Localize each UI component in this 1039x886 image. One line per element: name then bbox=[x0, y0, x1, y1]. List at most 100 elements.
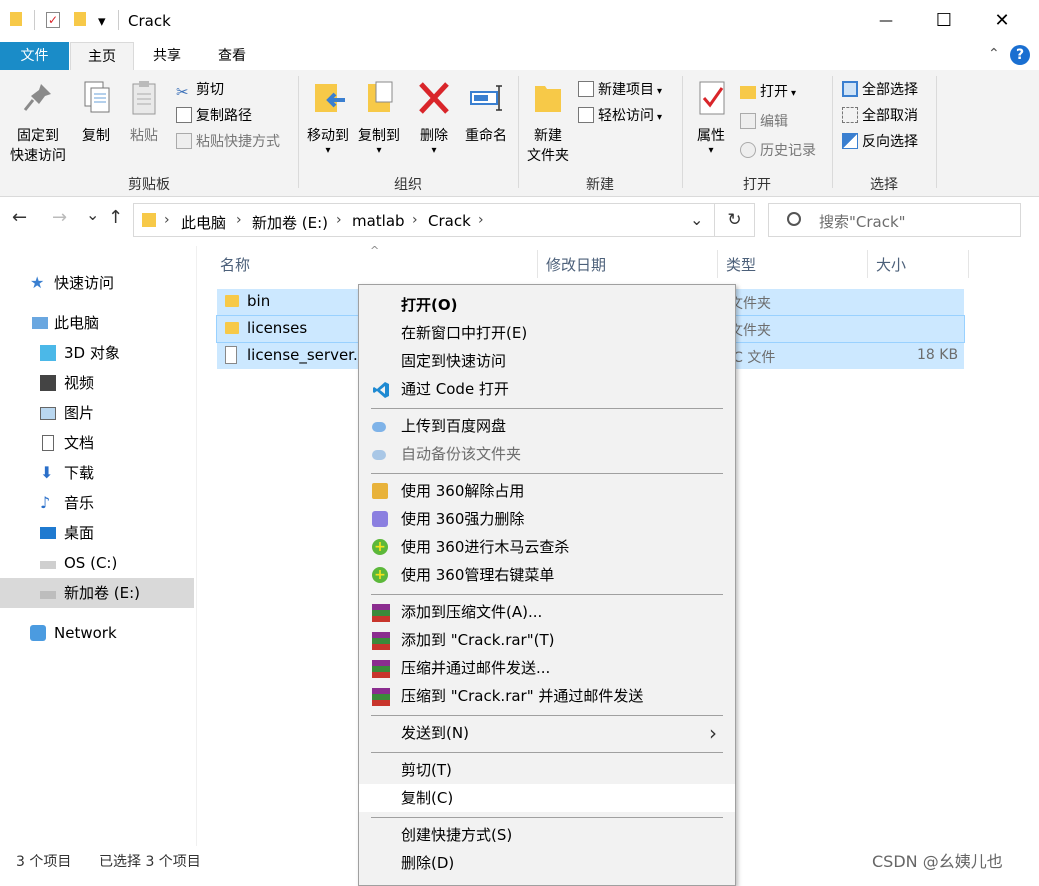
rename-button[interactable]: 重命名 bbox=[460, 80, 512, 146]
column-header-name[interactable]: 名称 bbox=[220, 254, 250, 275]
copy-icon bbox=[84, 81, 110, 113]
search-input[interactable]: 搜索"Crack" bbox=[768, 203, 1021, 237]
help-icon[interactable]: ? bbox=[1010, 45, 1030, 65]
edit-button[interactable]: 编辑 bbox=[740, 110, 788, 134]
recent-locations-button[interactable]: ⌄ bbox=[86, 205, 99, 224]
address-row: ← → ⌄ ↑ › 此电脑 › 新加卷 (E:) › matlab › Crac… bbox=[0, 197, 1039, 245]
menu-item-delete[interactable]: 删除(D) bbox=[359, 849, 735, 877]
maximize-button[interactable]: ☐ bbox=[915, 0, 973, 42]
pin-quick-access-button[interactable]: 固定到 快速访问 bbox=[6, 80, 70, 166]
divider bbox=[682, 76, 683, 188]
select-none-icon bbox=[842, 107, 858, 123]
address-bar[interactable]: › 此电脑 › 新加卷 (E:) › matlab › Crack › ⌄ bbox=[133, 203, 715, 237]
chevron-right-icon[interactable]: › bbox=[336, 212, 342, 228]
sidebar-item-desktop[interactable]: 桌面 bbox=[0, 518, 194, 548]
menu-item-pin-quick-access[interactable]: 固定到快速访问 bbox=[359, 347, 735, 375]
menu-item-create-shortcut[interactable]: 创建快捷方式(S) bbox=[359, 821, 735, 849]
invert-selection-label: 反向选择 bbox=[862, 134, 918, 150]
breadcrumb-this-pc[interactable]: 此电脑 bbox=[181, 212, 226, 233]
menu-item-360-unlock[interactable]: 使用 360解除占用 bbox=[359, 477, 735, 505]
menu-item-add-crack-rar[interactable]: 添加到 "Crack.rar"(T) bbox=[359, 626, 735, 654]
chevron-right-icon[interactable]: › bbox=[164, 212, 170, 228]
menu-item-upload-baidu[interactable]: 上传到百度网盘 bbox=[359, 412, 735, 440]
menu-item-360-menu[interactable]: + 使用 360管理右键菜单 bbox=[359, 561, 735, 589]
sidebar-item-label: 桌面 bbox=[64, 524, 95, 542]
sidebar-item-videos[interactable]: 视频 bbox=[0, 368, 194, 398]
sidebar-item-quick-access[interactable]: ★ 快速访问 bbox=[0, 268, 194, 298]
divider bbox=[118, 10, 119, 30]
address-dropdown-icon[interactable]: ⌄ bbox=[690, 210, 703, 229]
new-folder-icon[interactable] bbox=[74, 12, 86, 26]
select-all-button[interactable]: 全部选择 bbox=[842, 78, 918, 102]
menu-item-copy[interactable]: 复制(C) bbox=[359, 784, 735, 812]
sidebar-item-this-pc[interactable]: 此电脑 bbox=[0, 308, 194, 338]
sidebar-item-music[interactable]: ♪ 音乐 bbox=[0, 488, 194, 518]
copy-button[interactable]: 复制 bbox=[74, 80, 118, 146]
select-none-button[interactable]: 全部取消 bbox=[842, 104, 918, 128]
chevron-right-icon[interactable]: › bbox=[236, 212, 242, 228]
sidebar-item-pictures[interactable]: 图片 bbox=[0, 398, 194, 428]
tab-share[interactable]: 共享 bbox=[140, 42, 194, 70]
tab-home[interactable]: 主页 bbox=[70, 42, 134, 71]
paste-shortcut-button[interactable]: 粘贴快捷方式 bbox=[176, 130, 280, 154]
paste-icon bbox=[132, 81, 156, 115]
menu-item-open-new-window[interactable]: 在新窗口中打开(E) bbox=[359, 319, 735, 347]
up-button[interactable]: ↑ bbox=[108, 207, 123, 228]
close-button[interactable]: ✕ bbox=[973, 0, 1031, 42]
menu-item-compress-email[interactable]: 压缩并通过邮件发送... bbox=[359, 654, 735, 682]
menu-item-360-delete[interactable]: 使用 360强力删除 bbox=[359, 505, 735, 533]
easy-access-button[interactable]: 轻松访问 ▾ bbox=[578, 104, 662, 128]
sidebar-item-downloads[interactable]: ⬇ 下载 bbox=[0, 458, 194, 488]
tab-file[interactable]: 文件 bbox=[0, 42, 69, 70]
open-button[interactable]: 打开 ▾ bbox=[740, 80, 796, 104]
minimize-button[interactable]: — bbox=[857, 0, 915, 42]
breadcrumb-matlab[interactable]: matlab bbox=[352, 212, 405, 230]
sidebar-item-label: 快速访问 bbox=[54, 274, 115, 292]
properties-button[interactable]: 属性 ▾ bbox=[688, 80, 734, 156]
sidebar-item-network[interactable]: Network bbox=[0, 618, 194, 648]
paste-button[interactable]: 粘贴 bbox=[122, 80, 166, 146]
menu-item-auto-backup[interactable]: 自动备份该文件夹 bbox=[359, 440, 735, 468]
collapse-ribbon-icon[interactable]: ⌃ bbox=[988, 46, 1000, 62]
new-item-button[interactable]: 新建项目 ▾ bbox=[578, 78, 662, 102]
cut-button[interactable]: ✂ 剪切 bbox=[176, 78, 224, 102]
properties-icon[interactable]: ✓ bbox=[46, 12, 60, 28]
move-to-button[interactable]: 移动到 ▾ bbox=[303, 80, 353, 156]
column-header-date[interactable]: 修改日期 bbox=[546, 254, 606, 275]
invert-selection-button[interactable]: 反向选择 bbox=[842, 130, 918, 154]
menu-item-360-scan[interactable]: + 使用 360进行木马云查杀 bbox=[359, 533, 735, 561]
menu-item-add-archive[interactable]: 添加到压缩文件(A)... bbox=[359, 598, 735, 626]
qat-dropdown-icon[interactable]: ▾ bbox=[98, 12, 106, 30]
menu-item-compress-crack-email[interactable]: 压缩到 "Crack.rar" 并通过邮件发送 bbox=[359, 682, 735, 710]
forward-button[interactable]: → bbox=[52, 207, 67, 228]
sidebar-item-3d-objects[interactable]: 3D 对象 bbox=[0, 338, 194, 368]
history-button[interactable]: 历史记录 bbox=[740, 139, 816, 163]
menu-item-send-to[interactable]: 发送到(N) › bbox=[359, 719, 735, 747]
refresh-button[interactable]: ↻ bbox=[715, 203, 755, 237]
delete-button[interactable]: 删除 ▾ bbox=[414, 80, 454, 156]
sidebar-item-drive-e[interactable]: 新加卷 (E:) bbox=[0, 578, 194, 608]
sidebar-item-drive-c[interactable]: OS (C:) bbox=[0, 548, 194, 578]
breadcrumb-crack[interactable]: Crack bbox=[428, 212, 471, 230]
chevron-right-icon[interactable]: › bbox=[412, 212, 418, 228]
ribbon-tabs: 文件 主页 共享 查看 ⌃ ? bbox=[0, 42, 1039, 71]
column-header-type[interactable]: 类型 bbox=[726, 254, 756, 275]
menu-item-open-with-code[interactable]: 通过 Code 打开 bbox=[359, 375, 735, 403]
copy-path-button[interactable]: 复制路径 bbox=[176, 104, 252, 128]
divider bbox=[936, 76, 937, 188]
column-header-size[interactable]: 大小 bbox=[876, 254, 906, 275]
divider bbox=[537, 250, 538, 278]
history-label: 历史记录 bbox=[760, 143, 816, 159]
new-folder-button[interactable]: 新建 文件夹 bbox=[522, 80, 574, 166]
menu-item-label: 使用 360进行木马云查杀 bbox=[401, 538, 570, 556]
breadcrumb-drive-e[interactable]: 新加卷 (E:) bbox=[252, 212, 328, 233]
back-button[interactable]: ← bbox=[12, 207, 27, 228]
menu-item-cut[interactable]: 剪切(T) bbox=[359, 756, 735, 784]
menu-item-open[interactable]: 打开(O) bbox=[359, 291, 735, 319]
sidebar-item-documents[interactable]: 文档 bbox=[0, 428, 194, 458]
chevron-right-icon[interactable]: › bbox=[478, 212, 484, 228]
copy-to-button[interactable]: 复制到 ▾ bbox=[354, 80, 404, 156]
tab-view[interactable]: 查看 bbox=[205, 42, 259, 70]
baidu-cloud-icon bbox=[372, 450, 386, 460]
new-folder-label-1: 新建 bbox=[534, 128, 562, 144]
